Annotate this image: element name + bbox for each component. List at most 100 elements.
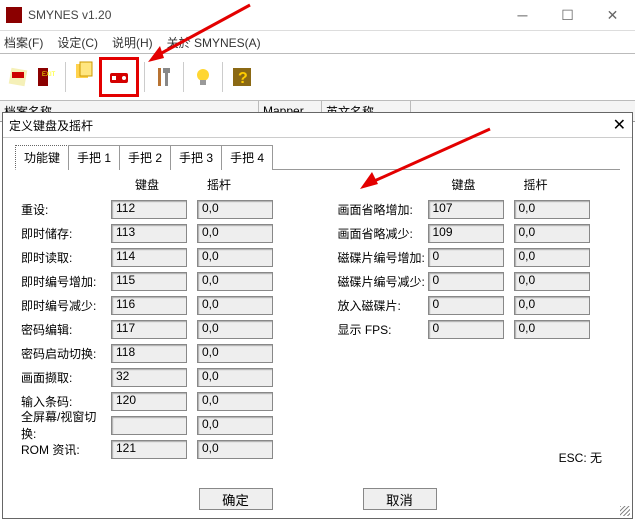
- binding-row: 放入磁碟片:0 0,0: [338, 293, 615, 317]
- dialog-titlebar: 定义键盘及摇杆 ✕: [3, 113, 632, 138]
- resize-grip[interactable]: [618, 504, 632, 518]
- svg-text:?: ?: [238, 70, 248, 87]
- binding-label: 磁碟片编号减少:: [338, 273, 428, 290]
- binding-label: 画面省略减少:: [338, 225, 428, 242]
- binding-label: 密码编辑:: [21, 321, 111, 338]
- joystick-field[interactable]: 0,0: [197, 296, 273, 315]
- keyboard-field[interactable]: 116: [111, 296, 187, 315]
- bulb-icon[interactable]: [189, 63, 217, 91]
- joystick-field[interactable]: 0,0: [197, 416, 273, 435]
- minimize-button[interactable]: ─: [500, 0, 545, 30]
- dialog-content: 键盘摇杆 重设:1120,0即时储存:1130,0即时读取:1140,0即时编号…: [3, 170, 632, 467]
- binding-label: ROM 资讯:: [21, 441, 111, 458]
- tools-icon[interactable]: [150, 63, 178, 91]
- joystick-field[interactable]: 0,0: [197, 344, 273, 363]
- binding-label: 画面撷取:: [21, 369, 111, 386]
- joystick-field[interactable]: 0,0: [514, 296, 590, 315]
- keyboard-field[interactable]: 120: [111, 392, 187, 411]
- keyboard-field[interactable]: 115: [111, 272, 187, 291]
- binding-label: 输入条码:: [21, 393, 111, 410]
- joystick-field[interactable]: 0,0: [197, 440, 273, 459]
- binding-label: 全屏幕/视窗切换:: [21, 408, 111, 442]
- tab-pad-1[interactable]: 手把 1: [68, 145, 120, 170]
- exit-icon[interactable]: EXIT: [32, 63, 60, 91]
- app-icon: [6, 7, 22, 23]
- tab-function-keys[interactable]: 功能键: [15, 145, 69, 170]
- esc-label: ESC: 无: [559, 449, 602, 466]
- binding-row: 即时编号增加:1150,0: [21, 269, 298, 293]
- keyboard-joystick-dialog: 定义键盘及摇杆 ✕ 功能键 手把 1 手把 2 手把 3 手把 4 键盘摇杆 重…: [2, 112, 633, 519]
- keyboard-field[interactable]: 0: [428, 248, 504, 267]
- menubar: 档案(F) 设定(C) 说明(H) 关於 SMYNES(A): [0, 31, 635, 53]
- binding-label: 即时编号减少:: [21, 297, 111, 314]
- joystick-field[interactable]: 0,0: [197, 200, 273, 219]
- menu-about[interactable]: 关於 SMYNES(A): [167, 34, 261, 51]
- controller-icon[interactable]: [105, 63, 133, 91]
- highlighted-button: [99, 57, 139, 97]
- help-icon[interactable]: ?: [228, 63, 256, 91]
- keyboard-field[interactable]: 0: [428, 272, 504, 291]
- joystick-field[interactable]: 0,0: [197, 320, 273, 339]
- binding-label: 重设:: [21, 201, 111, 218]
- keyboard-field[interactable]: 117: [111, 320, 187, 339]
- joystick-field[interactable]: 0,0: [514, 320, 590, 339]
- binding-row: ROM 资讯:121 0,0: [21, 437, 298, 461]
- binding-row: 画面省略减少:109 0,0: [338, 221, 615, 245]
- keyboard-field[interactable]: 112: [111, 200, 187, 219]
- keyboard-field[interactable]: 109: [428, 224, 504, 243]
- binding-label: 放入磁碟片:: [338, 297, 428, 314]
- binding-row: 磁碟片编号增加:00,0: [338, 245, 615, 269]
- header-keyboard: 键盘: [428, 176, 500, 193]
- binding-row: 即时读取:1140,0: [21, 245, 298, 269]
- joystick-field[interactable]: 0,0: [514, 248, 590, 267]
- rom-icon[interactable]: [4, 63, 32, 91]
- binding-row: 即时编号减少:116 0,0: [21, 293, 298, 317]
- joystick-field[interactable]: 0,0: [514, 272, 590, 291]
- keyboard-field[interactable]: 118: [111, 344, 187, 363]
- maximize-button[interactable]: ☐: [545, 0, 590, 30]
- keyboard-field[interactable]: 121: [111, 440, 187, 459]
- binding-row: 画面省略增加:107 0,0: [338, 197, 615, 221]
- files-icon[interactable]: [71, 57, 99, 85]
- joystick-field[interactable]: 0,0: [197, 392, 273, 411]
- ok-button[interactable]: 确定: [199, 488, 273, 510]
- joystick-field[interactable]: 0,0: [197, 272, 273, 291]
- keyboard-field[interactable]: [111, 416, 187, 435]
- keyboard-field[interactable]: 113: [111, 224, 187, 243]
- left-column: 键盘摇杆 重设:1120,0即时储存:1130,0即时读取:1140,0即时编号…: [21, 176, 298, 461]
- joystick-field[interactable]: 0,0: [197, 248, 273, 267]
- binding-label: 密码启动切换:: [21, 345, 111, 362]
- joystick-field[interactable]: 0,0: [197, 368, 273, 387]
- binding-row: 显示 FPS:0 0,0: [338, 317, 615, 341]
- window-title: SMYNES v1.20: [28, 8, 500, 22]
- dialog-close-icon[interactable]: ✕: [613, 115, 626, 135]
- close-button[interactable]: ✕: [590, 0, 635, 30]
- keyboard-field[interactable]: 0: [428, 320, 504, 339]
- cancel-button[interactable]: 取消: [363, 488, 437, 510]
- joystick-field[interactable]: 0,0: [514, 200, 590, 219]
- menu-help[interactable]: 说明(H): [112, 34, 153, 51]
- keyboard-field[interactable]: 32: [111, 368, 187, 387]
- menu-file[interactable]: 档案(F): [4, 34, 43, 51]
- keyboard-field[interactable]: 114: [111, 248, 187, 267]
- tab-pad-4[interactable]: 手把 4: [221, 145, 273, 170]
- binding-label: 即时储存:: [21, 225, 111, 242]
- binding-label: 显示 FPS:: [338, 321, 428, 338]
- keyboard-field[interactable]: 0: [428, 296, 504, 315]
- binding-row: 密码启动切换:118 0,0: [21, 341, 298, 365]
- joystick-field[interactable]: 0,0: [197, 224, 273, 243]
- right-column: 键盘摇杆 画面省略增加:1070,0画面省略减少:1090,0磁碟片编号增加:0…: [338, 176, 615, 461]
- tab-pad-3[interactable]: 手把 3: [170, 145, 222, 170]
- keyboard-field[interactable]: 107: [428, 200, 504, 219]
- toolbar: EXIT ?: [0, 53, 635, 101]
- tab-strip: 功能键 手把 1 手把 2 手把 3 手把 4: [3, 138, 632, 169]
- svg-text:EXIT: EXIT: [42, 72, 56, 78]
- binding-row: 重设:112 0,0: [21, 197, 298, 221]
- dialog-title: 定义键盘及摇杆: [9, 117, 93, 134]
- dialog-buttons: 确定 取消: [3, 488, 632, 510]
- binding-row: 磁碟片编号减少:0 0,0: [338, 269, 615, 293]
- menu-settings[interactable]: 设定(C): [57, 34, 98, 51]
- joystick-field[interactable]: 0,0: [514, 224, 590, 243]
- tab-pad-2[interactable]: 手把 2: [119, 145, 171, 170]
- binding-label: 画面省略增加:: [338, 201, 428, 218]
